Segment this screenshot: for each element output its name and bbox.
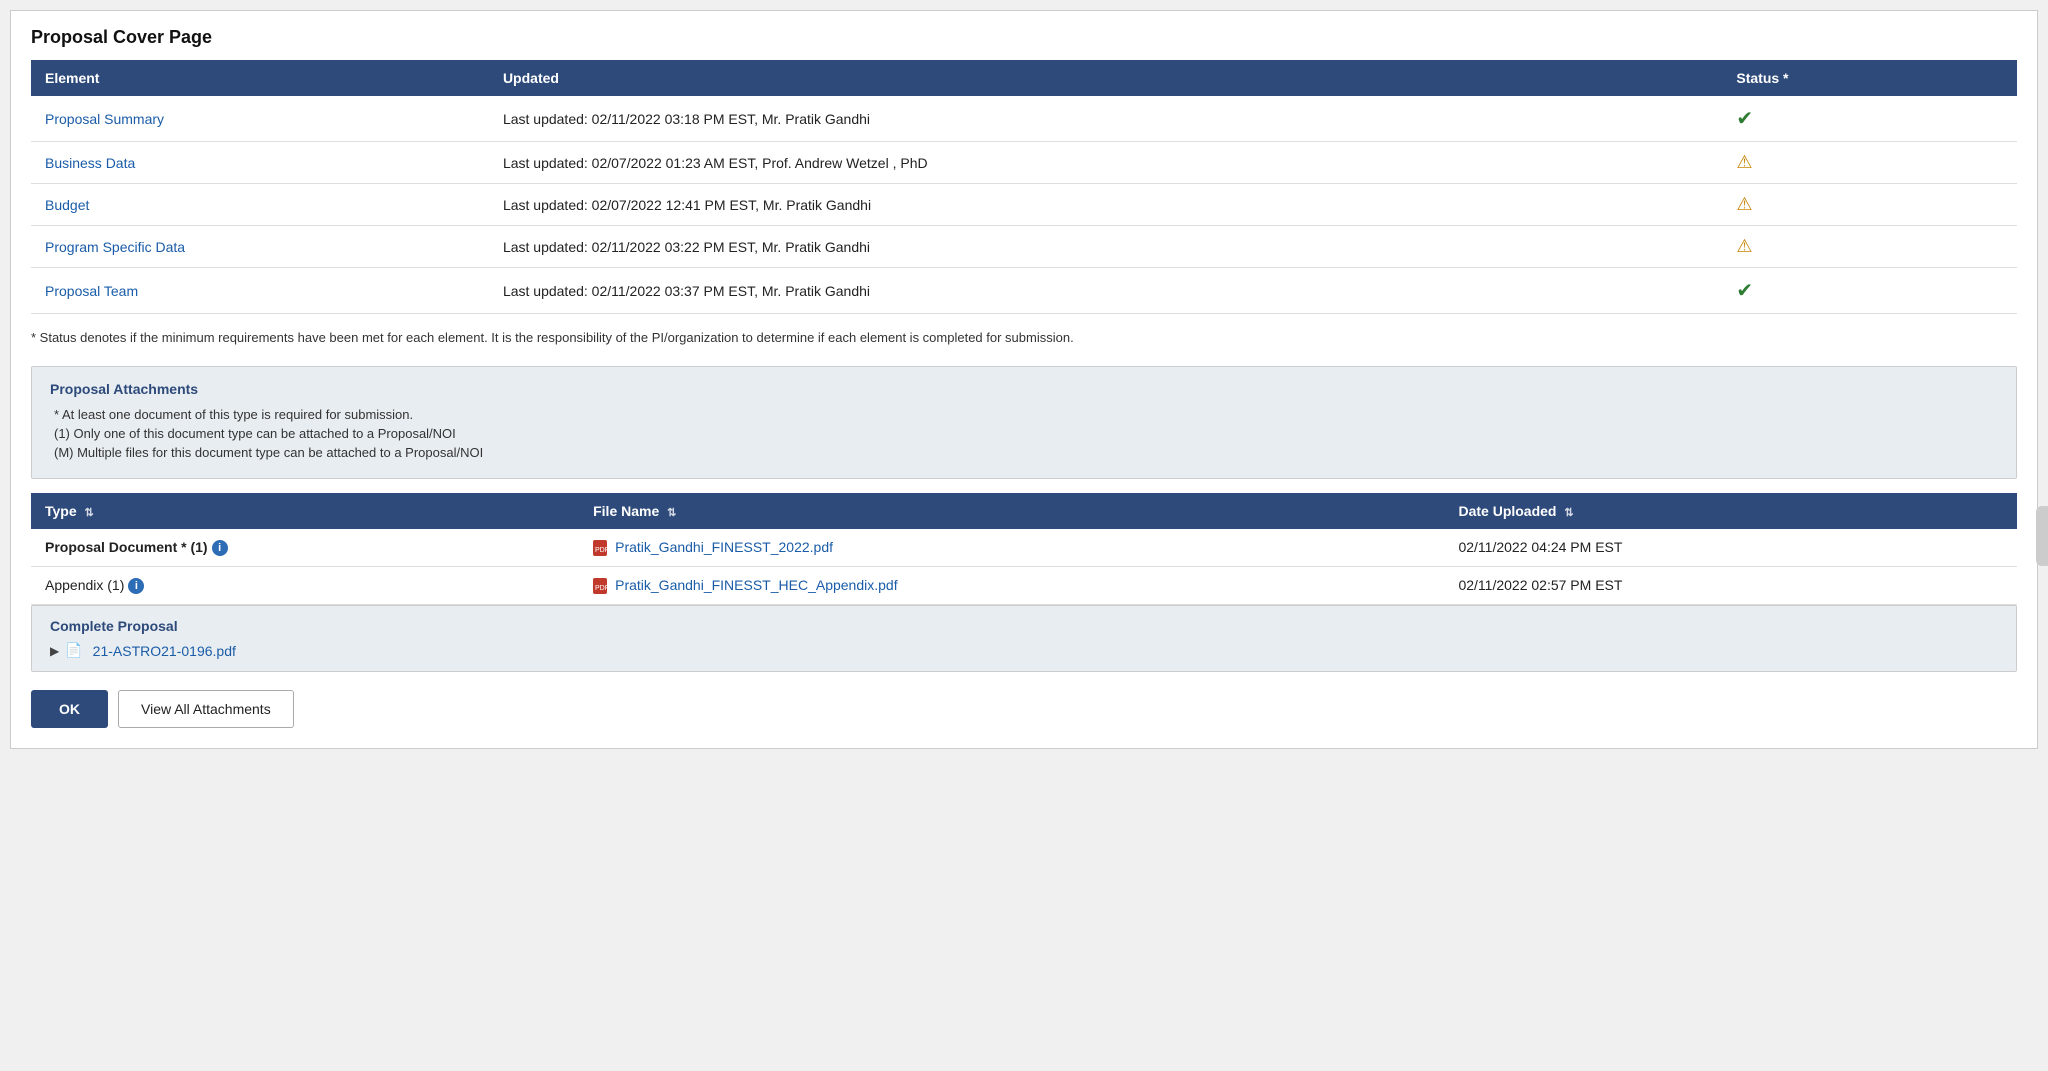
cover-element-link[interactable]: Proposal Team <box>45 283 138 299</box>
date-sort-icon[interactable]: ⇅ <box>1564 506 1573 519</box>
attachment-file-link[interactable]: Pratik_Gandhi_FINESST_2022.pdf <box>615 539 833 555</box>
attachments-notes: * At least one document of this type is … <box>50 407 1998 460</box>
cover-element-link[interactable]: Budget <box>45 197 89 213</box>
col-header-filename: File Name ⇅ <box>579 493 1444 529</box>
cover-table-row: Budget Last updated: 02/07/2022 12:41 PM … <box>31 184 2017 226</box>
attachment-table-row: Appendix (1)i PDF Pratik_Gandhi_FINESST_HE… <box>31 566 2017 604</box>
attachments-table: Type ⇅ File Name ⇅ Date Uploaded ⇅ Propo… <box>31 493 2017 606</box>
cover-empty-cell <box>1941 184 2017 226</box>
cover-updated-cell: Last updated: 02/11/2022 03:18 PM EST, M… <box>489 96 1722 142</box>
attachment-type-label: Appendix (1) <box>45 577 124 593</box>
cover-table-row: Proposal Team Last updated: 02/11/2022 03… <box>31 268 2017 314</box>
cover-updated-cell: Last updated: 02/11/2022 03:22 PM EST, M… <box>489 226 1722 268</box>
pdf-file-icon: PDF <box>593 577 611 593</box>
cover-status-cell: ✔ <box>1722 268 1940 314</box>
col-header-type: Type ⇅ <box>31 493 579 529</box>
cover-element-cell: Proposal Team <box>31 268 489 314</box>
filename-sort-icon[interactable]: ⇅ <box>667 506 676 519</box>
complete-proposal-title: Complete Proposal <box>50 618 1998 634</box>
col-header-status: Status * <box>1722 60 1940 96</box>
complete-proposal-link-row: ▶ 📄 21-ASTRO21-0196.pdf <box>50 642 1998 659</box>
attachment-action-cell <box>1944 566 2017 604</box>
attachment-note: (1) Only one of this document type can b… <box>54 426 1998 441</box>
cover-element-link[interactable]: Business Data <box>45 155 135 171</box>
attachment-filename-cell: PDF Pratik_Gandhi_FINESST_2022.pdf <box>579 529 1444 567</box>
complete-proposal-link[interactable]: 21-ASTRO21-0196.pdf <box>93 643 236 659</box>
view-all-attachments-button[interactable]: View All Attachments <box>118 690 294 728</box>
ok-button[interactable]: OK <box>31 690 108 728</box>
chevron-right-icon: ▶ <box>50 644 59 658</box>
svg-text:PDF: PDF <box>595 547 607 554</box>
attachment-note: * At least one document of this type is … <box>54 407 1998 422</box>
cover-table-row: Program Specific Data Last updated: 02/11… <box>31 226 2017 268</box>
col-header-date: Date Uploaded ⇅ <box>1444 493 1944 529</box>
cover-status-cell: ⚠ <box>1722 184 1940 226</box>
attachment-filename-cell: PDF Pratik_Gandhi_FINESST_HEC_Appendix.pd… <box>579 566 1444 604</box>
attachment-date-cell: 02/11/2022 04:24 PM EST <box>1444 529 1944 567</box>
svg-text:PDF: PDF <box>595 585 607 592</box>
cover-updated-cell: Last updated: 02/07/2022 12:41 PM EST, M… <box>489 184 1722 226</box>
col-header-action-empty <box>1944 493 2017 529</box>
cover-updated-cell: Last updated: 02/11/2022 03:37 PM EST, M… <box>489 268 1722 314</box>
attachment-date-cell: 02/11/2022 02:57 PM EST <box>1444 566 1944 604</box>
col-header-empty <box>1941 60 2017 96</box>
button-row: OK View All Attachments <box>31 690 2017 728</box>
col-header-updated: Updated <box>489 60 1722 96</box>
status-warn-icon: ⚠ <box>1736 152 1752 172</box>
scrollbar[interactable] <box>2036 506 2048 566</box>
cover-element-cell: Proposal Summary <box>31 96 489 142</box>
cover-element-cell: Program Specific Data <box>31 226 489 268</box>
cover-empty-cell <box>1941 142 2017 184</box>
pdf-icon-complete: 📄 <box>65 642 82 659</box>
cover-updated-cell: Last updated: 02/07/2022 01:23 AM EST, P… <box>489 142 1722 184</box>
attachment-file-link[interactable]: Pratik_Gandhi_FINESST_HEC_Appendix.pdf <box>615 577 897 593</box>
cover-element-link[interactable]: Program Specific Data <box>45 239 185 255</box>
cover-empty-cell <box>1941 226 2017 268</box>
col-header-element: Element <box>31 60 489 96</box>
cover-element-cell: Budget <box>31 184 489 226</box>
attachments-table-header-row: Type ⇅ File Name ⇅ Date Uploaded ⇅ <box>31 493 2017 529</box>
page-container: Proposal Cover Page Element Updated Stat… <box>10 10 2038 749</box>
cover-element-cell: Business Data <box>31 142 489 184</box>
status-warn-icon: ⚠ <box>1736 236 1752 256</box>
attachment-note: (M) Multiple files for this document typ… <box>54 445 1998 460</box>
cover-table: Element Updated Status * Proposal Summar… <box>31 60 2017 314</box>
cover-status-cell: ⚠ <box>1722 142 1940 184</box>
attachment-table-row: Proposal Document * (1)i PDF Pratik_Gandhi… <box>31 529 2017 567</box>
attachments-section: Proposal Attachments * At least one docu… <box>31 366 2017 479</box>
type-sort-icon[interactable]: ⇅ <box>85 506 94 519</box>
attachment-action-cell <box>1944 529 2017 567</box>
status-warn-icon: ⚠ <box>1736 194 1752 214</box>
attachment-type-cell: Proposal Document * (1)i <box>31 529 579 567</box>
cover-empty-cell <box>1941 268 2017 314</box>
pdf-file-icon: PDF <box>593 539 611 555</box>
cover-empty-cell <box>1941 96 2017 142</box>
status-check-icon: ✔ <box>1736 108 1753 130</box>
cover-element-link[interactable]: Proposal Summary <box>45 111 164 127</box>
cover-table-row: Proposal Summary Last updated: 02/11/2022… <box>31 96 2017 142</box>
info-icon[interactable]: i <box>212 540 228 556</box>
cover-status-cell: ✔ <box>1722 96 1940 142</box>
page-title: Proposal Cover Page <box>31 27 2017 48</box>
status-check-icon: ✔ <box>1736 280 1753 302</box>
complete-proposal-section: Complete Proposal ▶ 📄 21-ASTRO21-0196.pd… <box>31 605 2017 672</box>
info-icon[interactable]: i <box>128 578 144 594</box>
cover-table-row: Business Data Last updated: 02/07/2022 01… <box>31 142 2017 184</box>
cover-status-cell: ⚠ <box>1722 226 1940 268</box>
attachment-type-cell: Appendix (1)i <box>31 566 579 604</box>
attachment-type-label: Proposal Document * (1) <box>45 539 208 555</box>
cover-table-header-row: Element Updated Status * <box>31 60 2017 96</box>
attachments-section-title: Proposal Attachments <box>50 381 1998 397</box>
cover-table-footnote: * Status denotes if the minimum requirem… <box>31 328 2017 348</box>
